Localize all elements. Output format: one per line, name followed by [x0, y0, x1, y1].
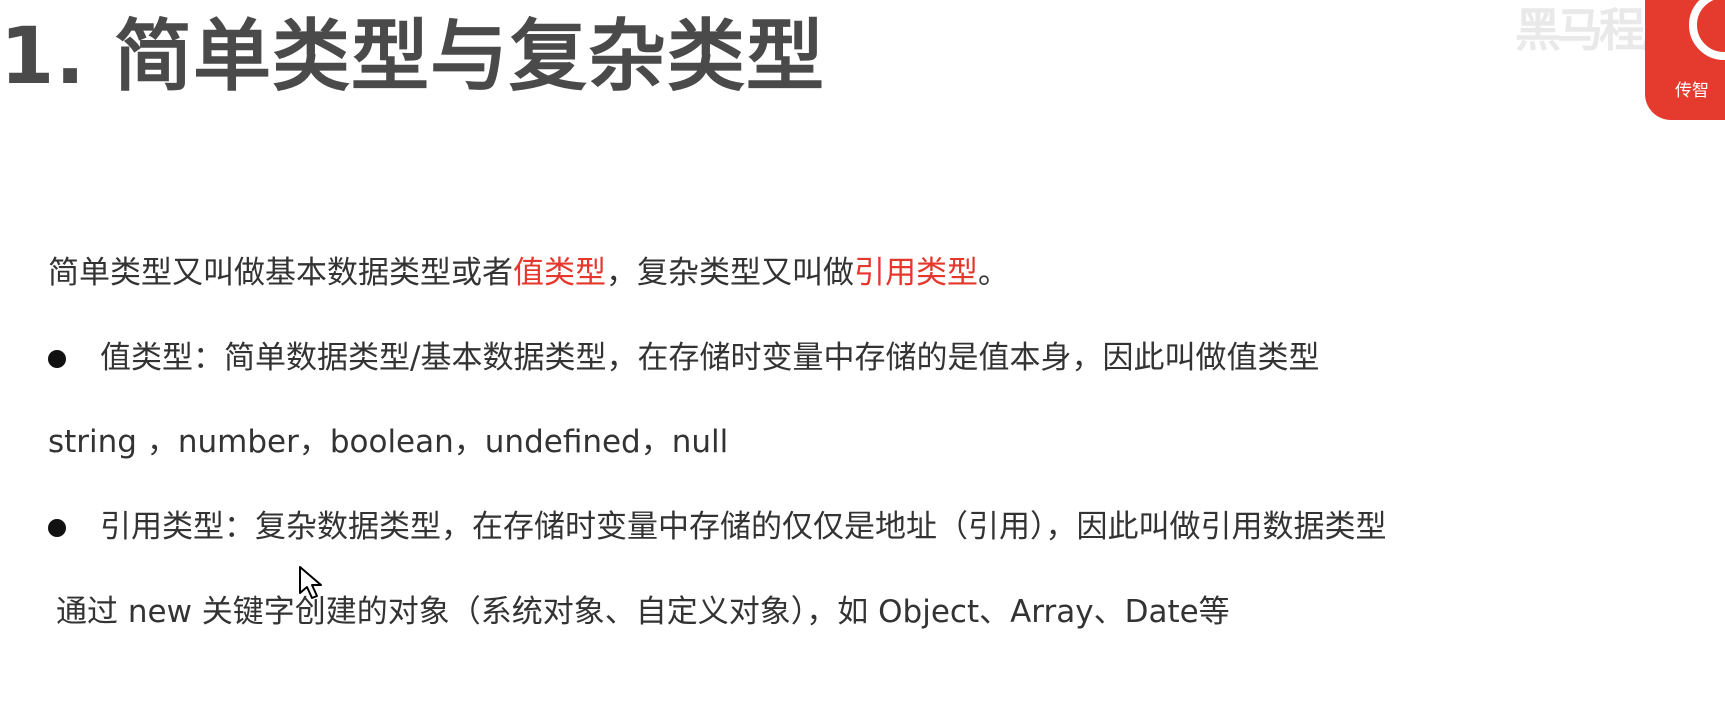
bullet-dot-icon	[48, 518, 66, 537]
value-types-list: string ，number，boolean，undefined，null	[48, 424, 729, 460]
bullet-value-type-text: 值类型：简单数据类型/基本数据类型，在存储时变量中存储的是值本身，因此叫做值类型	[100, 340, 1320, 376]
intro-paragraph: 简单类型又叫做基本数据类型或者值类型，复杂类型又叫做引用类型。	[48, 255, 1009, 292]
bullet-dot-icon	[48, 349, 66, 368]
slide: 黑马程序 传智 1. 简单类型与复杂类型 简单类型又叫做基本数据类型或者值类型，…	[0, 0, 1725, 711]
logo-caption: 传智	[1675, 81, 1709, 101]
intro-highlight-value-type: 值类型	[513, 255, 606, 291]
intro-text-2: ，复杂类型又叫做	[606, 255, 854, 291]
logo-circle-icon	[1689, 0, 1725, 60]
reference-types-list: 通过 new 关键字创建的对象（系统对象、自定义对象），如 Object、Arr…	[56, 594, 1230, 630]
intro-highlight-reference-type: 引用类型	[854, 255, 978, 291]
bullet-value-type: 值类型：简单数据类型/基本数据类型，在存储时变量中存储的是值本身，因此叫做值类型	[48, 340, 1319, 377]
intro-text-1: 简单类型又叫做基本数据类型或者	[48, 255, 513, 291]
intro-text-3: 。	[978, 255, 1009, 291]
bullet-reference-type-text: 引用类型：复杂数据类型，在存储时变量中存储的仅仅是地址（引用），因此叫做引用数据…	[100, 509, 1387, 545]
page-title: 1. 简单类型与复杂类型	[0, 12, 826, 102]
brand-logo: 传智	[1645, 0, 1725, 120]
mouse-cursor-icon	[299, 566, 322, 599]
bullet-reference-type: 引用类型：复杂数据类型，在存储时变量中存储的仅仅是地址（引用），因此叫做引用数据…	[48, 509, 1387, 546]
